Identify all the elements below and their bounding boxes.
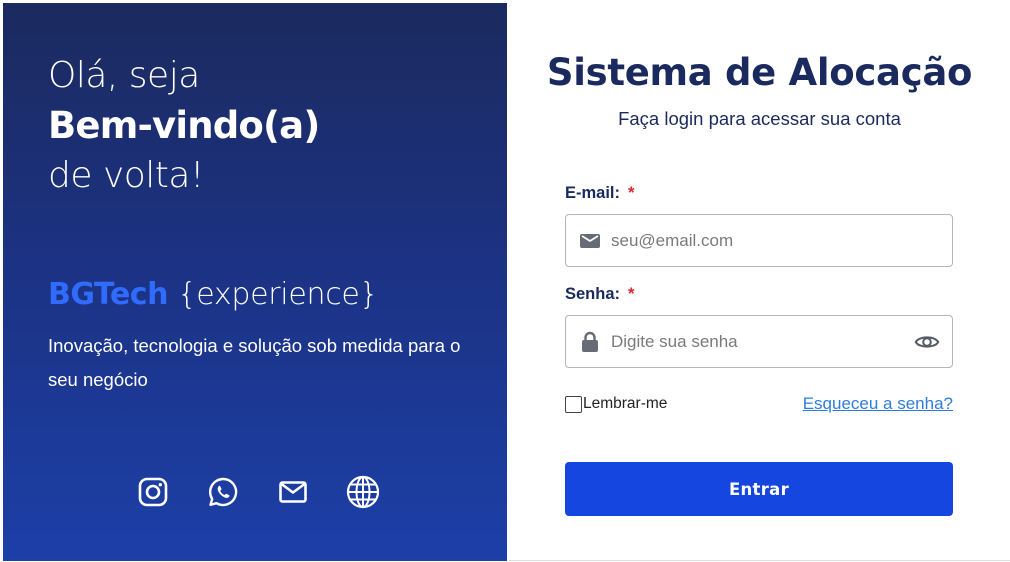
instagram-link[interactable] — [135, 474, 170, 509]
lock-icon — [582, 331, 598, 352]
welcome-line-3: de volta! — [48, 155, 204, 196]
welcome-line-2: Bem-vindo(a) — [48, 104, 320, 147]
email-label: E-mail: * — [565, 184, 634, 203]
login-button[interactable]: Entrar — [565, 462, 953, 516]
globe-icon — [346, 475, 379, 508]
password-input[interactable] — [611, 324, 901, 360]
mail-icon — [580, 234, 600, 248]
remember-me[interactable]: Lembrar-me — [565, 395, 667, 413]
whatsapp-link[interactable] — [205, 474, 240, 509]
instagram-icon — [138, 477, 167, 506]
social-links — [135, 474, 380, 509]
email-link[interactable] — [275, 474, 310, 509]
divider — [509, 560, 1010, 561]
website-link[interactable] — [345, 474, 380, 509]
remember-checkbox[interactable] — [565, 395, 582, 413]
welcome-line-1: Olá, seja — [48, 55, 200, 96]
welcome-heading: Olá, seja Bem-vindo(a) de volta! — [48, 51, 320, 201]
email-field — [565, 214, 953, 267]
page-subtitle: Faça login para acessar sua conta — [618, 108, 901, 129]
brand-tag: {experience} — [177, 277, 379, 312]
forgot-password-link[interactable]: Esqueceu a senha? — [803, 394, 953, 414]
page-title: Sistema de Alocação — [546, 51, 973, 94]
remember-label: Lembrar-me — [583, 395, 668, 412]
brand-logo: BGTech {experience} — [48, 277, 379, 312]
password-label-text: Senha: — [565, 285, 621, 303]
email-input[interactable] — [611, 223, 901, 259]
required-mark: * — [628, 184, 635, 202]
eye-icon[interactable] — [914, 330, 940, 354]
whatsapp-icon — [208, 477, 237, 506]
password-field — [565, 315, 953, 368]
password-label: Senha: * — [565, 285, 634, 304]
login-page: Olá, seja Bem-vindo(a) de volta! BGTech … — [0, 0, 1010, 562]
mail-icon — [278, 480, 307, 503]
brand-tagline: Inovação, tecnologia e solução sob medid… — [48, 335, 461, 390]
required-mark: * — [628, 285, 635, 303]
welcome-panel: Olá, seja Bem-vindo(a) de volta! BGTech … — [3, 3, 507, 561]
brand-name: BGTech — [48, 277, 168, 312]
email-label-text: E-mail: — [565, 184, 621, 202]
